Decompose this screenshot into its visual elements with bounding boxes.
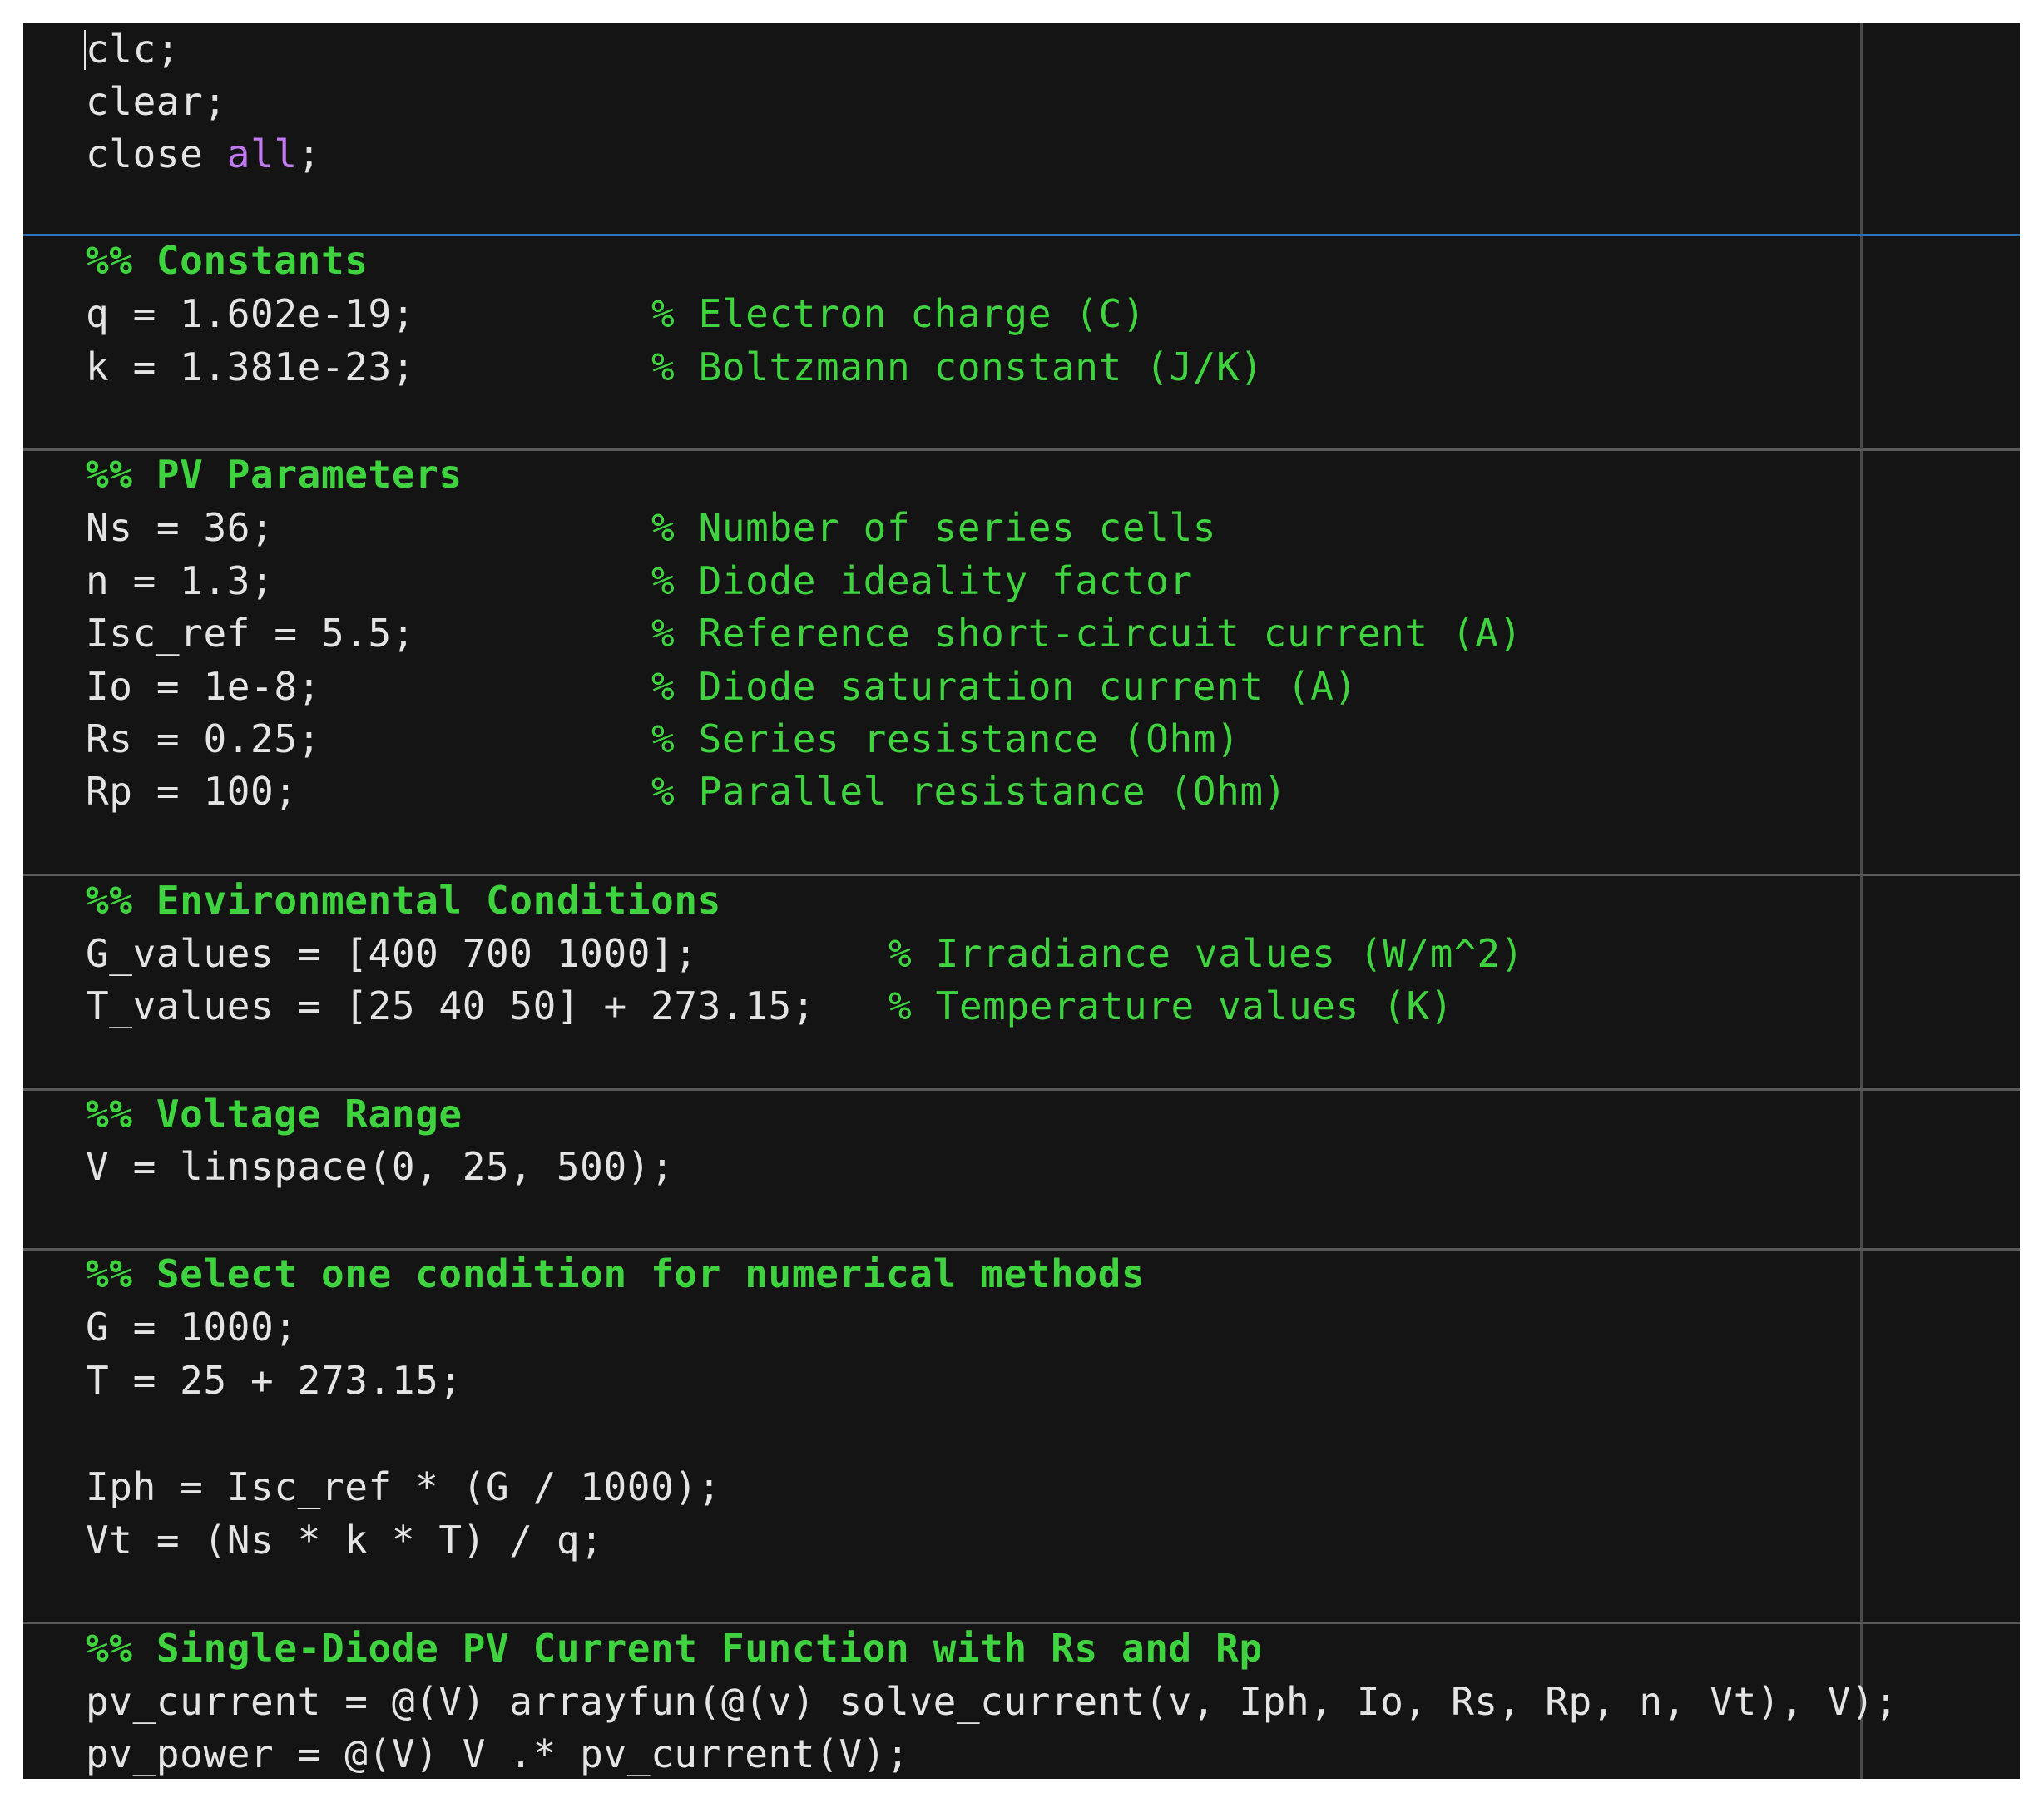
comment-n: % Diode ideality factor <box>651 558 1193 603</box>
comment-rs: % Series resistance (Ohm) <box>651 716 1240 761</box>
code-line-vt[interactable]: Vt = (Ns * k * T) / q; <box>86 1514 603 1567</box>
comment-rp: % Parallel resistance (Ohm) <box>651 769 1287 814</box>
code-text: close <box>86 131 227 176</box>
code-line-clear[interactable]: clear; <box>86 76 227 128</box>
comment-k: % Boltzmann constant (J/K) <box>651 344 1264 389</box>
code-line-pv-power[interactable]: pv_power = @(V) V .* pv_current(V); <box>86 1728 909 1779</box>
comment-isc-ref: % Reference short-circuit current (A) <box>651 611 1522 656</box>
code-line-rs[interactable]: Rs = 0.25; <box>86 713 321 765</box>
code-line-g-values[interactable]: G_values = [400 700 1000]; <box>86 928 698 980</box>
code-text: ; <box>297 131 321 176</box>
code-line-g[interactable]: G = 1000; <box>86 1301 298 1354</box>
comment-ns: % Number of series cells <box>651 505 1217 550</box>
code-line-k[interactable]: k = 1.381e-23; <box>86 341 415 394</box>
comment-q: % Electron charge (C) <box>651 291 1146 336</box>
section-header-constants[interactable]: %% Constants <box>86 235 369 287</box>
comment-g-values: % Irradiance values (W/m^2) <box>888 931 1524 976</box>
code-line-clc[interactable]: clc; <box>86 23 180 76</box>
section-header-single-diode[interactable]: %% Single-Diode PV Current Function with… <box>86 1622 1263 1675</box>
code-editor[interactable]: clc; clear; close all; %% Constants q = … <box>23 23 2020 1779</box>
code-line-iph[interactable]: Iph = Isc_ref * (G / 1000); <box>86 1461 721 1513</box>
code-line-t[interactable]: T = 25 + 273.15; <box>86 1355 463 1407</box>
comment-io: % Diode saturation current (A) <box>651 664 1358 709</box>
section-header-select-condition[interactable]: %% Select one condition for numerical me… <box>86 1248 1145 1300</box>
code-line-close-all[interactable]: close all; <box>86 128 321 181</box>
section-header-environmental-conditions[interactable]: %% Environmental Conditions <box>86 874 721 927</box>
code-line-io[interactable]: Io = 1e-8; <box>86 661 321 713</box>
section-header-pv-parameters[interactable]: %% PV Parameters <box>86 448 463 501</box>
code-line-rp[interactable]: Rp = 100; <box>86 765 298 818</box>
code-line-isc-ref[interactable]: Isc_ref = 5.5; <box>86 607 415 660</box>
code-line-pv-current[interactable]: pv_current = @(V) arrayfun(@(v) solve_cu… <box>86 1676 1898 1728</box>
code-line-q[interactable]: q = 1.602e-19; <box>86 288 415 340</box>
code-line-t-values[interactable]: T_values = [25 40 50] + 273.15; <box>86 980 815 1033</box>
comment-t-values: % Temperature values (K) <box>888 983 1454 1028</box>
right-text-limit-line <box>1860 23 1863 1779</box>
code-line-n[interactable]: n = 1.3; <box>86 555 274 607</box>
code-line-v[interactable]: V = linspace(0, 25, 500); <box>86 1141 674 1193</box>
keyword-all: all <box>226 131 298 176</box>
section-header-voltage-range[interactable]: %% Voltage Range <box>86 1088 463 1141</box>
code-line-ns[interactable]: Ns = 36; <box>86 502 274 554</box>
